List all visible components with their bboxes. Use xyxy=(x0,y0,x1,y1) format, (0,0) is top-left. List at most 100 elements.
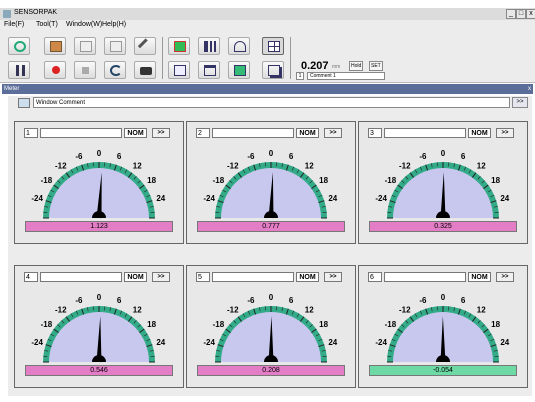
meter-number[interactable]: 6 xyxy=(368,272,382,282)
meter-name-field[interactable] xyxy=(212,272,294,282)
record-button[interactable] xyxy=(44,61,66,79)
edit-icon xyxy=(110,41,122,52)
meter-expand-button[interactable]: >> xyxy=(496,128,514,138)
gauge-tick-label: -12 xyxy=(399,305,411,314)
window-list-button[interactable] xyxy=(262,61,284,79)
gauge-tick-label: 6 xyxy=(461,152,466,161)
meter-expand-button[interactable]: >> xyxy=(152,272,170,282)
gauge-tick-label: 0 xyxy=(97,149,102,158)
meter-number[interactable]: 3 xyxy=(368,128,382,138)
gauge-tick-label: -12 xyxy=(55,161,67,170)
window-comment-expand-button[interactable]: >> xyxy=(512,97,528,108)
hold-button[interactable]: Hold xyxy=(349,61,364,71)
gauge-tick-label: -24 xyxy=(31,338,43,347)
gauge-tick-label: 24 xyxy=(328,194,337,203)
bar-graph-icon xyxy=(204,41,216,52)
meter-number[interactable]: 2 xyxy=(196,128,210,138)
meter-name-field[interactable] xyxy=(384,128,466,138)
save-button[interactable] xyxy=(44,37,66,55)
meter-5: 5 NOM >> -24 -18 -12 -6 0 6 12 18 24 0.208 xyxy=(186,265,356,388)
menu-tool[interactable]: Tool(T) xyxy=(36,21,58,28)
meter-expand-button[interactable]: >> xyxy=(152,128,170,138)
toolbar-separator xyxy=(290,37,291,79)
gauge-tick-label: 18 xyxy=(491,320,500,329)
meter-display-button[interactable] xyxy=(228,37,250,55)
meter-expand-button[interactable]: >> xyxy=(324,272,342,282)
meter-window-title: Meter xyxy=(4,86,20,92)
gauge-tick-label: 0 xyxy=(441,293,446,302)
meter-value: 0.325 xyxy=(369,221,517,232)
record-icon xyxy=(52,66,60,74)
gauge-tick-label: 18 xyxy=(147,320,156,329)
gauge-tick-label: -12 xyxy=(55,305,67,314)
gauge-tick-label: 12 xyxy=(477,305,486,314)
copy-button[interactable] xyxy=(74,37,96,55)
gauge-tick-label: 0 xyxy=(97,293,102,302)
gauge-dial: -24 -18-12 -6 0 6 12 1824 xyxy=(375,149,510,219)
gauge-tick-label: 24 xyxy=(156,338,165,347)
meter-number[interactable]: 5 xyxy=(196,272,210,282)
split-display-button[interactable] xyxy=(228,61,250,79)
gauge-tick-label: 24 xyxy=(156,194,165,203)
gauge-tick-label: 18 xyxy=(319,320,328,329)
camera-button[interactable] xyxy=(134,61,156,79)
toolbar xyxy=(0,31,535,83)
wrench-icon xyxy=(137,38,155,55)
windows-icon xyxy=(268,65,280,76)
gauge-dial: -24 -18-12 -6 0 6 12 1824 xyxy=(31,149,166,219)
power-button[interactable] xyxy=(8,37,30,55)
gauge-tick-label: -24 xyxy=(31,194,43,203)
gauge-icon xyxy=(234,41,246,52)
restore-button[interactable]: □ xyxy=(516,9,526,19)
grid-layout-button[interactable] xyxy=(262,37,284,55)
meter-3: 3 NOM >> -24 -18 -12 -6 0 6 12 18 24 0.325 xyxy=(358,121,528,244)
window-comment-icon[interactable] xyxy=(18,98,30,108)
gauge-tick-label: 24 xyxy=(500,194,509,203)
meter-name-field[interactable] xyxy=(212,128,294,138)
gauge-tick-label: -18 xyxy=(213,176,225,185)
pause-button[interactable] xyxy=(8,61,30,79)
trend-display-button[interactable] xyxy=(168,61,190,79)
meter-4: 4 NOM >> -24 -18 -12 -6 0 6 12 18 24 0.546 xyxy=(14,265,184,388)
refresh-button[interactable] xyxy=(104,61,126,79)
menu-file[interactable]: File(F) xyxy=(4,21,24,28)
menu-window[interactable]: Window(W) xyxy=(66,21,102,28)
nom-label: NOM xyxy=(296,128,319,138)
table-display-button[interactable] xyxy=(198,61,220,79)
gauge-tick-label: -6 xyxy=(419,152,427,161)
meter-name-field[interactable] xyxy=(40,128,122,138)
minimize-button[interactable]: _ xyxy=(506,9,516,19)
close-button[interactable]: x xyxy=(526,9,535,19)
window-comment-field[interactable]: Window Comment xyxy=(33,97,510,108)
tools-button[interactable] xyxy=(134,37,156,55)
meter-name-field[interactable] xyxy=(384,272,466,282)
set-button[interactable]: SET xyxy=(369,61,383,71)
gauge-tick-label: -6 xyxy=(75,152,83,161)
toolbar-separator xyxy=(162,37,163,79)
meter-value: 0.546 xyxy=(25,365,173,376)
measurement-unit: mm xyxy=(332,64,341,70)
edit-button[interactable] xyxy=(104,37,126,55)
meter-number[interactable]: 1 xyxy=(24,128,38,138)
meter-expand-button[interactable]: >> xyxy=(324,128,342,138)
stop-button[interactable] xyxy=(74,61,96,79)
nom-label: NOM xyxy=(124,128,147,138)
menu-bar: File(F) Tool(T) Window(W) Help(H) xyxy=(0,20,535,31)
gauge-tick-label: 6 xyxy=(117,296,122,305)
gauge-tick-label: -24 xyxy=(203,338,215,347)
meter-name-field[interactable] xyxy=(40,272,122,282)
bar-display-button[interactable] xyxy=(198,37,220,55)
meter-2: 2 NOM >> -24 -18 -12 -6 0 6 12 18 24 0.777 xyxy=(186,121,356,244)
meter-value: 0.777 xyxy=(197,221,345,232)
gauge-tick-label: 18 xyxy=(319,176,328,185)
gauge-tick-label: -6 xyxy=(75,296,83,305)
menu-help[interactable]: Help(H) xyxy=(102,21,126,28)
meter-expand-button[interactable]: >> xyxy=(496,272,514,282)
app-icon xyxy=(3,10,11,18)
meter-number[interactable]: 4 xyxy=(24,272,38,282)
comment-field[interactable]: Comment 1 xyxy=(307,72,385,80)
meter-window-close[interactable]: x xyxy=(528,84,531,94)
digital-display-button[interactable] xyxy=(168,37,190,55)
camera-icon xyxy=(140,67,152,75)
meter-value: 0.208 xyxy=(197,365,345,376)
